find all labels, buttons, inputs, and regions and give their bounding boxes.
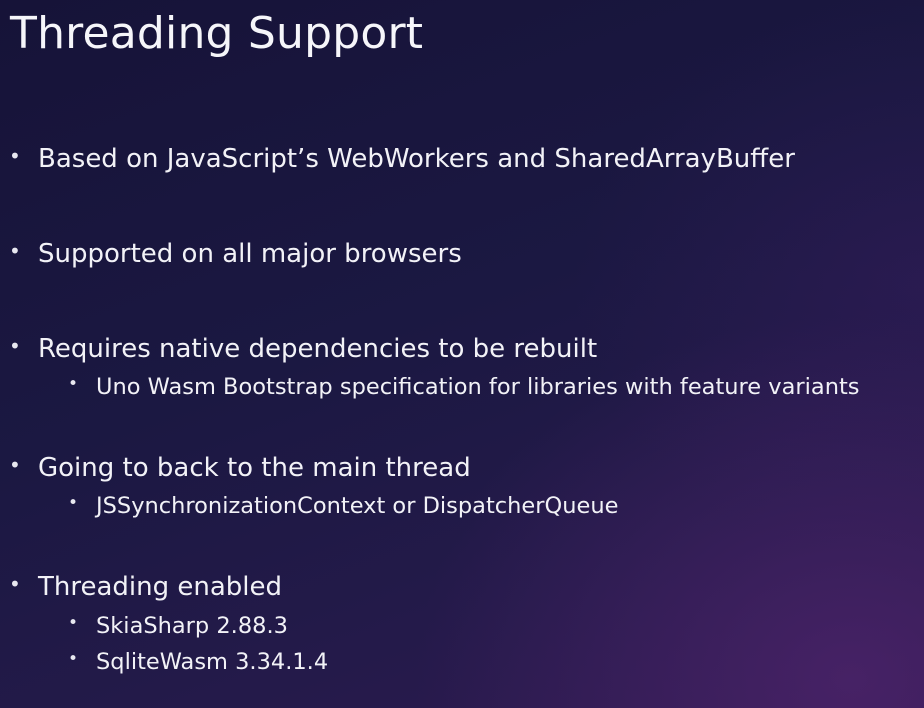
bullet-text: Supported on all major browsers	[38, 239, 462, 269]
bullet-marker: •	[9, 144, 21, 168]
bullet-text: Uno Wasm Bootstrap specification for lib…	[96, 374, 860, 400]
bullet-text: SkiaSharp 2.88.3	[96, 613, 288, 639]
bullet-item: • Based on JavaScript’s WebWorkers and S…	[9, 144, 795, 175]
bullet-item: • Supported on all major browsers	[9, 239, 462, 270]
bullet-marker: •	[68, 374, 79, 394]
bullet-marker: •	[68, 649, 79, 669]
sub-bullet-item: • JSSynchronizationContext or Dispatcher…	[68, 493, 619, 520]
sub-bullet-item: • SkiaSharp 2.88.3	[68, 613, 288, 640]
bullet-item: • Requires native dependencies to be reb…	[9, 334, 598, 365]
bullet-marker: •	[9, 239, 21, 263]
bullet-text: Requires native dependencies to be rebui…	[38, 334, 598, 364]
bullet-list: • Based on JavaScript’s WebWorkers and S…	[0, 0, 924, 708]
bullet-text: JSSynchronizationContext or DispatcherQu…	[96, 493, 619, 519]
sub-bullet-item: • Uno Wasm Bootstrap specification for l…	[68, 374, 860, 401]
bullet-marker: •	[68, 613, 79, 633]
bullet-text: Based on JavaScript’s WebWorkers and Sha…	[38, 144, 795, 174]
bullet-item: • Going to back to the main thread	[9, 453, 471, 484]
bullet-text: Going to back to the main thread	[38, 453, 471, 483]
bullet-item: • Threading enabled	[9, 572, 283, 603]
bullet-text: Threading enabled	[38, 572, 283, 602]
bullet-marker: •	[68, 493, 79, 513]
sub-bullet-item: • SqliteWasm 3.34.1.4	[68, 649, 329, 676]
bullet-marker: •	[9, 453, 21, 477]
bullet-marker: •	[9, 334, 21, 358]
bullet-marker: •	[9, 572, 21, 596]
bullet-text: SqliteWasm 3.34.1.4	[96, 649, 329, 675]
